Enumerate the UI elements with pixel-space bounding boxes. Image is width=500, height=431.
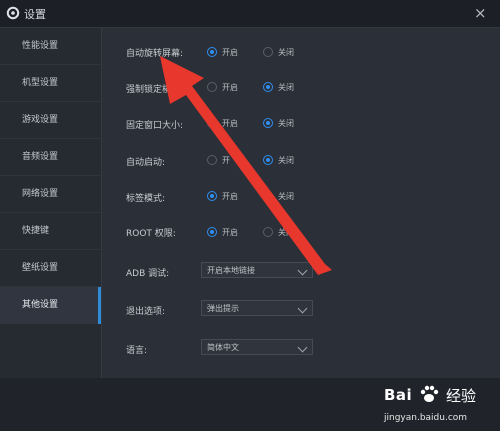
root-label: ROOT 权限: xyxy=(126,229,176,239)
language-label: 语言: xyxy=(126,346,148,356)
sidebar-item-model[interactable]: 机型设置 xyxy=(0,65,101,102)
auto-rotate-off-label: 关闭 xyxy=(278,48,294,57)
auto-rotate-on-label: 开启 xyxy=(222,48,238,57)
force-lock-on-radio[interactable] xyxy=(207,82,217,92)
tab-mode-off-label: 关闭 xyxy=(278,192,294,201)
sidebar-item-audio[interactable]: 音频设置 xyxy=(0,139,101,176)
root-on-radio[interactable] xyxy=(207,227,217,237)
chevron-down-icon xyxy=(297,265,308,276)
gear-icon xyxy=(6,6,20,20)
exit-label: 退出选项: xyxy=(126,307,166,317)
autostart-off-label: 关闭 xyxy=(278,156,294,165)
sidebar-item-wallpaper[interactable]: 壁纸设置 xyxy=(0,250,101,287)
sidebar-item-shortcuts[interactable]: 快捷键 xyxy=(0,213,101,250)
sidebar-item-performance[interactable]: 性能设置 xyxy=(0,28,101,65)
sidebar-item-label: 网络设置 xyxy=(22,189,59,199)
chevron-down-icon xyxy=(297,303,308,314)
fixed-size-off-radio[interactable] xyxy=(263,118,273,128)
force-lock-off-label: 关闭 xyxy=(278,83,294,92)
paw-icon xyxy=(420,385,439,402)
language-select[interactable]: 简体中文 xyxy=(201,339,313,355)
sidebar-item-game[interactable]: 游戏设置 xyxy=(0,102,101,139)
adb-select[interactable]: 开启本地链接 xyxy=(201,262,313,278)
root-off-label: 关闭 xyxy=(278,228,294,237)
sidebar-item-label: 壁纸设置 xyxy=(22,263,59,273)
force-lock-on-label: 开启 xyxy=(222,83,238,92)
sidebar-item-label: 性能设置 xyxy=(22,41,59,51)
auto-rotate-off-radio[interactable] xyxy=(263,47,273,57)
title-bar: 设置 × xyxy=(0,0,500,28)
root-on-label: 开启 xyxy=(222,228,238,237)
adb-label: ADB 调试: xyxy=(126,269,170,279)
fixed-size-on-radio[interactable] xyxy=(207,118,217,128)
sidebar-item-label: 音频设置 xyxy=(22,152,59,162)
close-icon[interactable]: × xyxy=(474,4,487,22)
fixed-size-off-label: 关闭 xyxy=(278,119,294,128)
fixed-size-on-label: 开启 xyxy=(222,119,238,128)
adb-select-value: 开启本地链接 xyxy=(207,266,255,275)
sidebar: 性能设置 机型设置 游戏设置 音频设置 网络设置 快捷键 壁纸设置 其他设置 xyxy=(0,28,102,378)
tab-mode-on-radio[interactable] xyxy=(207,191,217,201)
autostart-on-radio[interactable] xyxy=(207,155,217,165)
sidebar-item-network[interactable]: 网络设置 xyxy=(0,176,101,213)
autostart-on-label: 开 xyxy=(222,156,230,165)
root-off-radio[interactable] xyxy=(263,227,273,237)
baidu-watermark: Bai 经验 jingyan.baidu.com xyxy=(384,378,500,431)
settings-window: 设置 × 性能设置 机型设置 游戏设置 音频设置 网络设置 快捷键 壁纸设置 其… xyxy=(0,0,500,431)
force-lock-off-radio[interactable] xyxy=(263,82,273,92)
exit-select[interactable]: 弹出提示 xyxy=(201,300,313,316)
force-lock-label: 强制锁定横 xyxy=(126,85,172,95)
autostart-off-radio[interactable] xyxy=(263,155,273,165)
watermark-jingyan: 经验 xyxy=(446,387,477,405)
watermark-brand: Bai xyxy=(384,386,413,404)
language-select-value: 简体中文 xyxy=(207,343,239,352)
exit-select-value: 弹出提示 xyxy=(207,304,239,313)
sidebar-item-label: 机型设置 xyxy=(22,78,59,88)
tab-mode-off-radio[interactable] xyxy=(263,191,273,201)
sidebar-item-label: 游戏设置 xyxy=(22,115,59,125)
auto-rotate-label: 自动旋转屏幕: xyxy=(126,49,184,59)
window-title: 设置 xyxy=(24,8,46,21)
sidebar-item-label: 其他设置 xyxy=(22,300,59,310)
chevron-down-icon xyxy=(297,342,308,353)
tab-mode-on-label: 开启 xyxy=(222,192,238,201)
sidebar-item-label: 快捷键 xyxy=(22,226,50,236)
sidebar-item-other[interactable]: 其他设置 xyxy=(0,287,101,324)
fixed-size-label: 固定窗口大小: xyxy=(126,121,184,131)
watermark-url: jingyan.baidu.com xyxy=(384,413,468,423)
autostart-label: 自动启动: xyxy=(126,158,166,168)
tab-mode-label: 标签模式: xyxy=(126,194,166,204)
auto-rotate-on-radio[interactable] xyxy=(207,47,217,57)
